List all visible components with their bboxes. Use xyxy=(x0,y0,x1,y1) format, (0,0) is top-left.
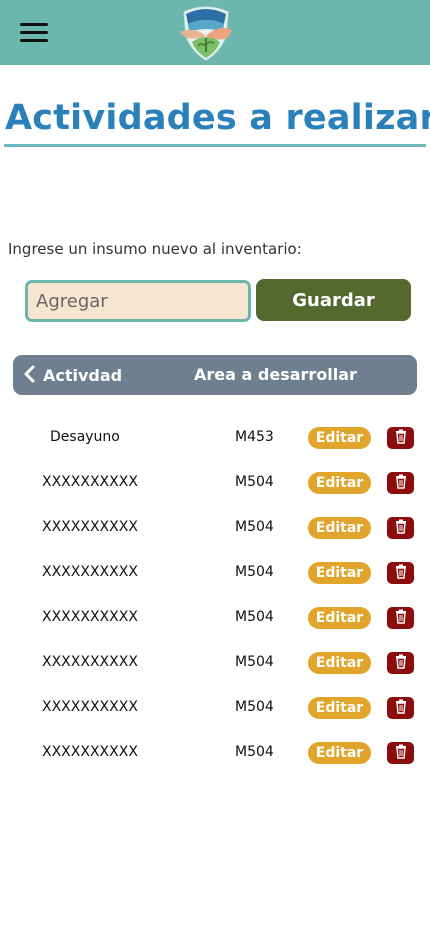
area-code: M504 xyxy=(235,609,274,625)
activity-name: XXXXXXXXXX xyxy=(42,564,138,580)
edit-button[interactable]: Editar xyxy=(308,427,371,449)
hands-plant-logo-icon xyxy=(176,2,236,62)
column-header-activity: Activdad xyxy=(43,365,123,385)
table-row: XXXXXXXXXX M504 Editar xyxy=(0,460,430,505)
trash-icon xyxy=(395,744,407,762)
chevron-left-icon xyxy=(23,365,35,386)
area-code: M453 xyxy=(235,429,274,445)
area-code: M504 xyxy=(235,474,274,490)
edit-button[interactable]: Editar xyxy=(308,697,371,719)
edit-button[interactable]: Editar xyxy=(308,517,371,539)
trash-icon xyxy=(395,519,407,537)
trash-icon xyxy=(395,609,407,627)
edit-button[interactable]: Editar xyxy=(308,652,371,674)
delete-button[interactable] xyxy=(387,652,414,674)
table-row: XXXXXXXXXX M504 Editar xyxy=(0,595,430,640)
delete-button[interactable] xyxy=(387,427,414,449)
edit-button[interactable]: Editar xyxy=(308,472,371,494)
activity-name: Desayuno xyxy=(50,429,120,445)
edit-button[interactable]: Editar xyxy=(308,742,371,764)
table-row: XXXXXXXXXX M504 Editar xyxy=(0,550,430,595)
area-code: M504 xyxy=(235,654,274,670)
edit-button[interactable]: Editar xyxy=(308,562,371,584)
activity-name: XXXXXXXXXX xyxy=(42,519,138,535)
area-code: M504 xyxy=(235,564,274,580)
hamburger-menu-icon[interactable] xyxy=(20,20,48,46)
edit-button[interactable]: Editar xyxy=(308,607,371,629)
delete-button[interactable] xyxy=(387,472,414,494)
top-app-bar xyxy=(0,0,430,65)
delete-button[interactable] xyxy=(387,742,414,764)
area-code: M504 xyxy=(235,699,274,715)
table-header: Activdad Area a desarrollar xyxy=(13,355,417,395)
table-row: XXXXXXXXXX M504 Editar xyxy=(0,685,430,730)
area-code: M504 xyxy=(235,519,274,535)
column-header-area: Area a desarrollar xyxy=(194,365,357,384)
activity-list: Desayuno M453 Editar XXXXXXXXXX M504 Editar XX… xyxy=(0,415,430,775)
activity-name: XXXXXXXXXX xyxy=(42,654,138,670)
table-row: XXXXXXXXXX M504 Editar xyxy=(0,640,430,685)
delete-button[interactable] xyxy=(387,562,414,584)
table-row: Desayuno M453 Editar xyxy=(0,415,430,460)
delete-button[interactable] xyxy=(387,517,414,539)
save-button[interactable]: Guardar xyxy=(256,279,411,321)
trash-icon xyxy=(395,699,407,717)
trash-icon xyxy=(395,474,407,492)
activity-name: XXXXXXXXXX xyxy=(42,744,138,760)
activity-name: XXXXXXXXXX xyxy=(42,474,138,490)
area-code: M504 xyxy=(235,744,274,760)
table-row: XXXXXXXXXX M504 Editar xyxy=(0,505,430,550)
delete-button[interactable] xyxy=(387,697,414,719)
activity-name: XXXXXXXXXX xyxy=(42,699,138,715)
trash-icon xyxy=(395,654,407,672)
trash-icon xyxy=(395,429,407,447)
activity-name: XXXXXXXXXX xyxy=(42,609,138,625)
back-button[interactable]: Activdad xyxy=(23,355,122,395)
add-item-input[interactable] xyxy=(25,280,251,322)
table-row: XXXXXXXXXX M504 Editar xyxy=(0,730,430,775)
delete-button[interactable] xyxy=(387,607,414,629)
title-divider xyxy=(4,144,426,147)
page-title: Actividades a realizar xyxy=(5,98,430,138)
trash-icon xyxy=(395,564,407,582)
add-item-prompt: Ingrese un insumo nuevo al inventario: xyxy=(8,240,302,258)
